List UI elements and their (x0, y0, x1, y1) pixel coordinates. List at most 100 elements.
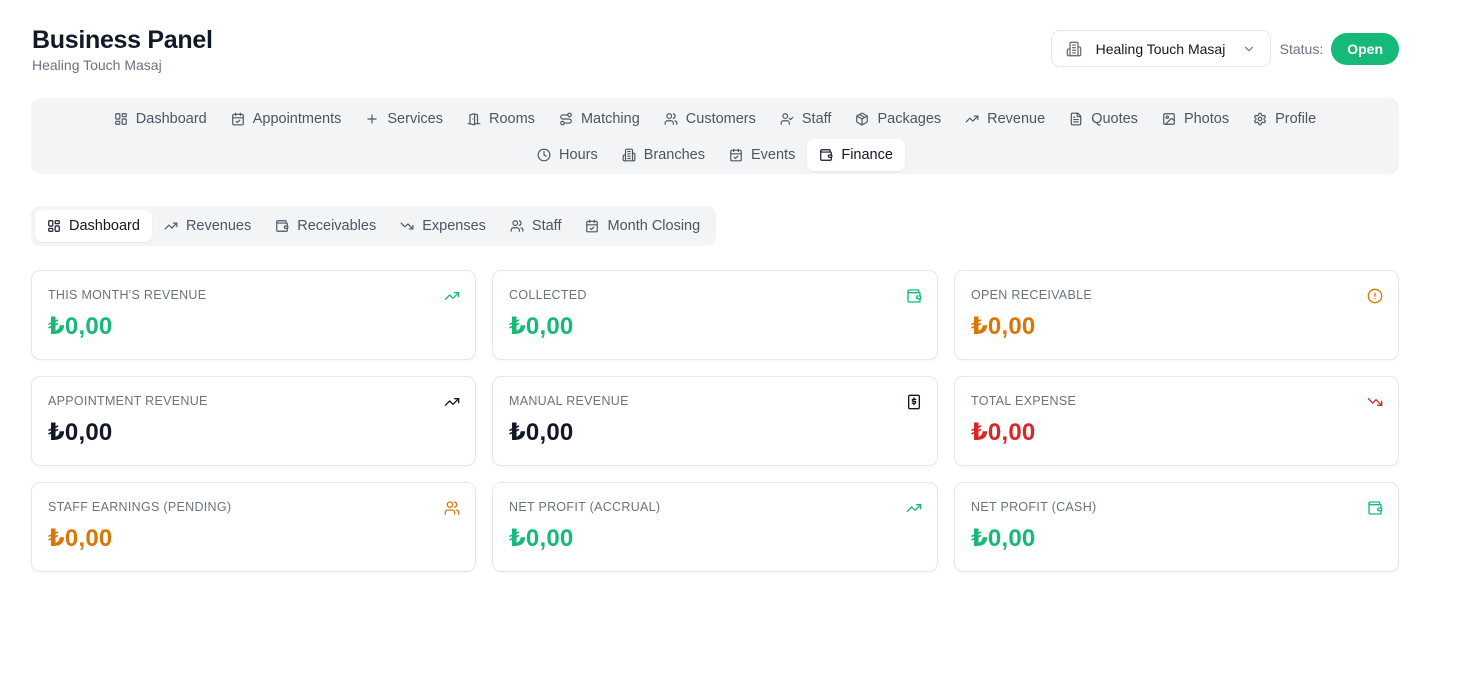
nav-item-label: Packages (877, 111, 942, 127)
file-text-icon (1069, 112, 1091, 126)
building-icon (622, 148, 644, 162)
building-icon (1066, 41, 1082, 57)
nav-item-label: Branches (643, 147, 705, 163)
nav-item-customers[interactable]: Customers (652, 103, 768, 135)
tab-label: Staff (531, 218, 562, 234)
nav-item-label: Events (751, 147, 796, 163)
trending-up-icon (965, 112, 987, 126)
stat-card-value: ₺0,00 (509, 525, 574, 552)
nav-item-label: Quotes (1091, 111, 1138, 127)
nav-item-label: Finance (841, 147, 893, 163)
alert-circle-icon (1367, 288, 1383, 304)
clock-icon (537, 148, 559, 162)
tab-label: Dashboard (69, 218, 140, 234)
stat-card-value: ₺0,00 (509, 419, 574, 446)
route-icon (559, 112, 581, 126)
nav-item-staff[interactable]: Staff (768, 103, 844, 135)
image-icon (1162, 112, 1184, 126)
nav-item-quotes[interactable]: Quotes (1057, 103, 1150, 135)
nav-item-label: Photos (1183, 111, 1230, 127)
nav-item-hours[interactable]: Hours (525, 139, 610, 171)
stat-card-label: TOTAL EXPENSE (971, 394, 1077, 408)
trending-up-icon (906, 500, 922, 516)
nav-item-appointments[interactable]: Appointments (219, 103, 354, 135)
tab-expenses[interactable]: Expenses (388, 210, 498, 242)
stat-card-total-expense: TOTAL EXPENSE ₺0,00 (954, 376, 1399, 466)
nav-item-matching[interactable]: Matching (547, 103, 652, 135)
wallet-icon (819, 148, 841, 162)
nav-item-label: Customers (685, 111, 756, 127)
stat-card-staff-earnings-pending: STAFF EARNINGS (PENDING) ₺0,00 (31, 482, 476, 572)
stat-card-label: MANUAL REVENUE (509, 394, 629, 408)
nav-item-label: Staff (801, 111, 832, 127)
trending-down-icon (400, 219, 422, 233)
door-icon (467, 112, 489, 126)
trending-up-icon (444, 394, 460, 410)
stat-card-value: ₺0,00 (48, 313, 113, 340)
stat-card-net-profit-cash: NET PROFIT (CASH) ₺0,00 (954, 482, 1399, 572)
nav-item-rooms[interactable]: Rooms (455, 103, 547, 135)
nav-item-branches[interactable]: Branches (610, 139, 717, 171)
trending-down-icon (1367, 394, 1383, 410)
stat-card-label: OPEN RECEIVABLE (971, 288, 1092, 302)
stat-card-net-profit-accrual: NET PROFIT (ACCRUAL) ₺0,00 (492, 482, 938, 572)
nav-item-label: Hours (559, 147, 598, 163)
nav-item-revenue[interactable]: Revenue (953, 103, 1057, 135)
gear-icon (1253, 112, 1275, 126)
page-subtitle: Healing Touch Masaj (32, 57, 162, 73)
tab-dashboard[interactable]: Dashboard (35, 210, 152, 242)
main-nav: Dashboard Appointments Services Rooms Matchi… (31, 98, 1399, 174)
nav-item-profile[interactable]: Profile (1241, 103, 1328, 135)
calendar-check-icon (585, 219, 607, 233)
stat-card-label: THIS MONTH'S REVENUE (48, 288, 207, 302)
nav-item-services[interactable]: Services (353, 103, 455, 135)
tab-revenues[interactable]: Revenues (152, 210, 263, 242)
stat-card-label: APPOINTMENT REVENUE (48, 394, 208, 408)
tab-month-closing[interactable]: Month Closing (573, 210, 712, 242)
business-select[interactable]: Healing Touch Masaj (1050, 30, 1271, 67)
package-icon (855, 112, 877, 126)
nav-item-photos[interactable]: Photos (1150, 103, 1241, 135)
nav-item-events[interactable]: Events (717, 139, 807, 171)
nav-item-label: Profile (1275, 111, 1317, 127)
stat-card-label: STAFF EARNINGS (PENDING) (48, 500, 232, 514)
status-label: Status: (1279, 40, 1324, 57)
tab-staff[interactable]: Staff (498, 210, 574, 242)
wallet-icon (275, 219, 297, 233)
nav-item-packages[interactable]: Packages (843, 103, 953, 135)
main-nav-row: Hours Branches Events Finance (525, 139, 905, 171)
stat-card-manual-revenue: MANUAL REVENUE ₺0,00 (492, 376, 938, 466)
calendar-check-icon (729, 148, 751, 162)
users-icon (444, 500, 460, 516)
page-title: Business Panel (32, 26, 213, 54)
trending-up-icon (164, 219, 186, 233)
wallet-icon (906, 288, 922, 304)
receipt-icon (906, 394, 922, 410)
stat-card-this-month-s-revenue: THIS MONTH'S REVENUE ₺0,00 (31, 270, 476, 360)
trending-up-icon (444, 288, 460, 304)
layout-grid-icon (47, 219, 69, 233)
users-icon (510, 219, 532, 233)
tab-label: Month Closing (607, 218, 701, 234)
header-actions: Healing Touch Masaj Status: Open (1050, 30, 1399, 67)
finance-tabs: Dashboard Revenues Receivables Expenses Staf… (31, 206, 717, 246)
stat-card-label: COLLECTED (509, 288, 587, 302)
plus-icon (365, 112, 387, 126)
stat-card-collected: COLLECTED ₺0,00 (492, 270, 938, 360)
stat-card-appointment-revenue: APPOINTMENT REVENUE ₺0,00 (31, 376, 476, 466)
nav-item-finance[interactable]: Finance (807, 139, 905, 171)
nav-item-label: Services (387, 111, 443, 127)
nav-item-label: Dashboard (135, 111, 207, 127)
users-icon (664, 112, 686, 126)
tab-label: Revenues (185, 218, 252, 234)
chevron-down-icon (1242, 42, 1256, 56)
nav-item-dashboard[interactable]: Dashboard (102, 103, 219, 135)
tab-receivables[interactable]: Receivables (263, 210, 388, 242)
business-select-value: Healing Touch Masaj (1095, 40, 1226, 57)
tab-label: Receivables (297, 218, 377, 234)
stat-card-label: NET PROFIT (CASH) (971, 500, 1097, 514)
finance-summary-cards: THIS MONTH'S REVENUE ₺0,00 COLLECTED ₺0,00 O… (31, 270, 1399, 572)
stat-card-value: ₺0,00 (48, 419, 113, 446)
page-header: Business Panel Healing Touch Masaj (32, 26, 213, 73)
status-badge[interactable]: Open (1331, 32, 1399, 65)
